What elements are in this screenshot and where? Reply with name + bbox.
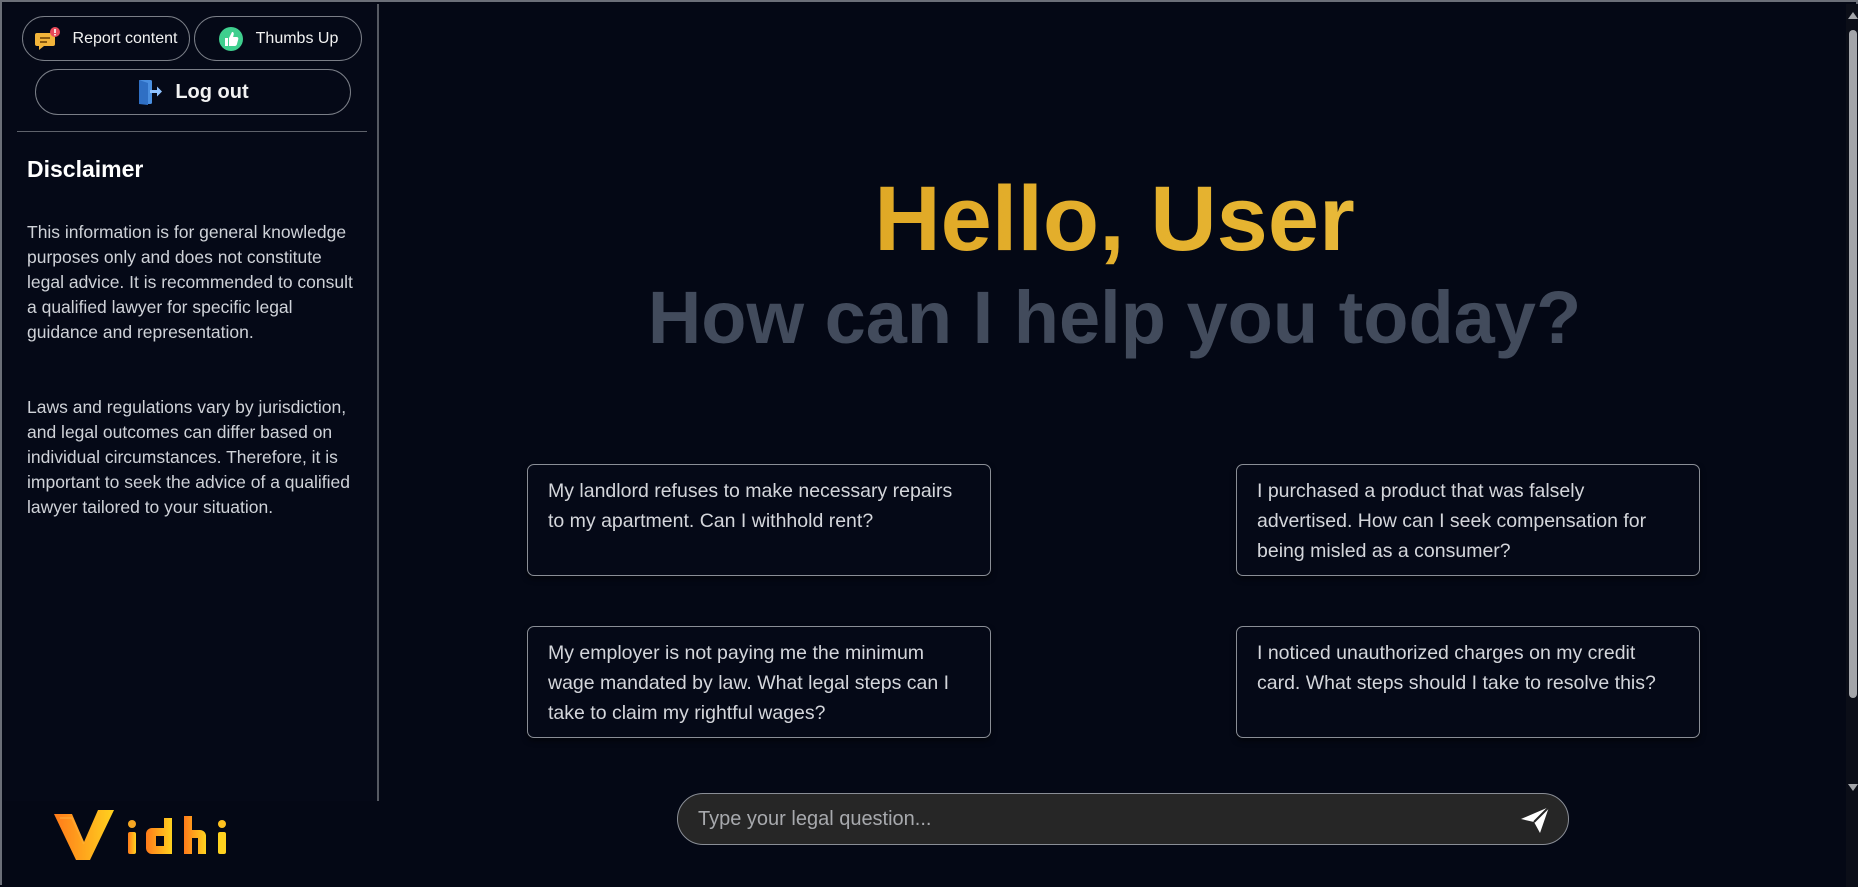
sidebar-divider bbox=[17, 131, 367, 132]
scroll-up-arrow-icon[interactable] bbox=[1848, 12, 1858, 19]
thumbs-up-button[interactable]: Thumbs Up bbox=[194, 16, 362, 61]
help-subheading: How can I help you today? bbox=[647, 276, 1582, 359]
suggestion-card[interactable]: I purchased a product that was falsely a… bbox=[1236, 464, 1700, 576]
suggestion-card[interactable]: My employer is not paying me the minimum… bbox=[527, 626, 991, 738]
sidebar: Report content Thumbs Up Log out Disclai… bbox=[4, 4, 379, 801]
disclaimer-paragraph-2: Laws and regulations vary by jurisdictio… bbox=[27, 397, 350, 517]
logout-button[interactable]: Log out bbox=[35, 69, 351, 115]
suggestion-card[interactable]: My landlord refuses to make necessary re… bbox=[527, 464, 991, 576]
suggestion-card[interactable]: I noticed unauthorized charges on my cre… bbox=[1236, 626, 1700, 738]
report-content-button[interactable]: Report content bbox=[22, 16, 190, 61]
disclaimer-paragraph-1: This information is for general knowledg… bbox=[27, 222, 353, 342]
page-scrollbar[interactable] bbox=[1846, 4, 1858, 887]
vidhi-logo bbox=[52, 804, 272, 864]
thumbs-up-label: Thumbs Up bbox=[255, 29, 339, 47]
greeting-heading: Hello, User bbox=[382, 164, 1847, 274]
legal-question-input[interactable] bbox=[696, 802, 1476, 836]
logout-door-icon bbox=[137, 78, 163, 106]
app-window: Report content Thumbs Up Log out Disclai… bbox=[0, 0, 1858, 887]
scrollbar-thumb[interactable] bbox=[1849, 30, 1857, 698]
question-input-bar bbox=[677, 793, 1569, 845]
thumbs-up-icon bbox=[218, 26, 244, 52]
report-content-label: Report content bbox=[72, 29, 178, 47]
scroll-down-arrow-icon[interactable] bbox=[1848, 784, 1858, 791]
disclaimer-title: Disclaimer bbox=[27, 156, 144, 182]
send-icon[interactable] bbox=[1520, 806, 1550, 834]
greeting-text: Hello, User bbox=[874, 168, 1355, 270]
logout-label: Log out bbox=[175, 80, 249, 103]
report-content-icon bbox=[34, 26, 61, 52]
